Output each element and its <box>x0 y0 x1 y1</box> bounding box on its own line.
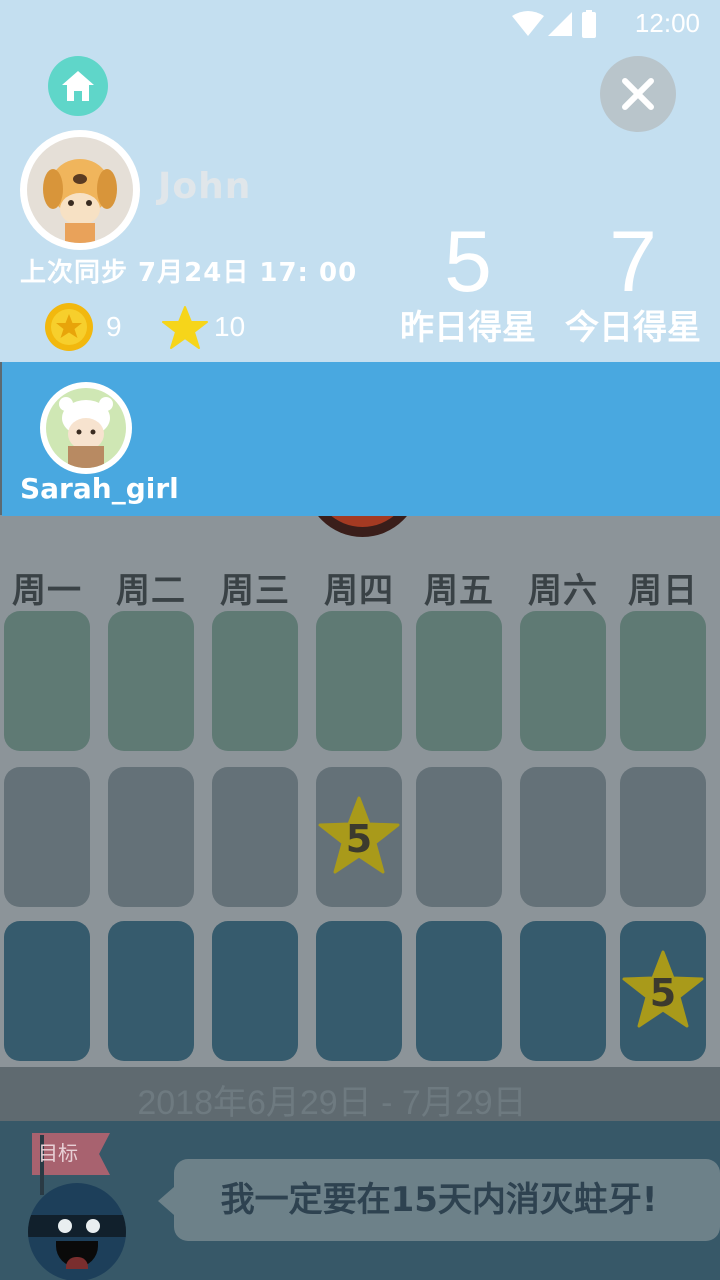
day-star-badge: 5 <box>620 948 706 1034</box>
coin-count: 9 <box>106 311 122 342</box>
monster-mascot <box>28 1183 126 1280</box>
calendar-day-cell[interactable] <box>520 921 606 1061</box>
weekday-tue: 周二 <box>116 571 186 611</box>
coin-icon <box>45 303 93 351</box>
close-button[interactable] <box>600 56 676 132</box>
calendar-day-cell[interactable]: 5 <box>620 921 706 1061</box>
status-icons <box>512 10 612 40</box>
avatar[interactable] <box>20 130 140 250</box>
goal-flag-label: 目标 <box>38 1141 78 1165</box>
day-star-badge: 5 <box>316 794 402 880</box>
today-stars: 7 今日得星 <box>560 212 706 348</box>
day-star-count: 5 <box>345 817 373 861</box>
calendar-day-cell[interactable] <box>212 767 298 907</box>
calendar-day-cell[interactable] <box>108 767 194 907</box>
star-count: 10 <box>214 311 246 342</box>
wifi-icon <box>512 11 544 36</box>
today-stars-value: 7 <box>609 214 657 310</box>
calendar-day-cell[interactable] <box>4 921 90 1061</box>
home-button[interactable] <box>48 56 108 116</box>
yesterday-stars-label: 昨日得星 <box>400 308 536 348</box>
calendar-day-cell[interactable] <box>520 767 606 907</box>
calendar-day-cell[interactable] <box>4 767 90 907</box>
weekday-fri: 周五 <box>424 571 494 611</box>
weekday-sun: 周日 <box>628 571 698 611</box>
weekday-mon: 周一 <box>12 571 82 611</box>
calendar-page-background: 周一 周二 周三 周四 周五 周六 周日 5 5 2018年6月29日 - 7月2… <box>0 515 720 1280</box>
date-range: 2018年6月29日 - 7月29日 <box>137 1084 527 1122</box>
weekday-sat: 周六 <box>528 571 598 611</box>
calendar-day-cell[interactable] <box>620 767 706 907</box>
mascot-head-partial <box>305 515 420 537</box>
weekday-header: 周一 周二 周三 周四 周五 周六 周日 <box>0 563 720 611</box>
calendar-day-cell[interactable] <box>416 611 502 751</box>
username: John <box>158 166 252 207</box>
calendar-day-cell[interactable] <box>108 921 194 1061</box>
calendar-day-cell[interactable] <box>520 611 606 751</box>
goal-speech-bubble: 我一定要在15天内消灭蛀牙! <box>158 1159 720 1241</box>
calendar-day-cell[interactable] <box>416 921 502 1061</box>
weekday-thu: 周四 <box>324 571 394 611</box>
goal-text: 我一定要在15天内消灭蛀牙! <box>220 1180 658 1220</box>
last-sync: 上次同步 7月24日 17: 00 <box>20 258 358 288</box>
calendar-day-cell[interactable] <box>212 921 298 1061</box>
star-icon <box>162 306 208 349</box>
calendar-day-cell[interactable] <box>108 611 194 751</box>
calendar-day-cell[interactable] <box>4 611 90 751</box>
calendar-day-cell[interactable] <box>416 767 502 907</box>
day-star-count: 5 <box>649 971 677 1015</box>
status-time: 12:00 <box>634 8 700 38</box>
weekday-wed: 周三 <box>220 571 290 611</box>
child-name: Sarah_girl <box>20 472 179 505</box>
yesterday-stars-value: 5 <box>444 214 492 310</box>
battery-icon <box>582 12 596 38</box>
calendar-day-cell[interactable] <box>620 611 706 751</box>
calendar-day-cell[interactable] <box>212 611 298 751</box>
profile-panel: 12:00 John 上次同步 7月24日 17: 00 9 10 5 昨日得星… <box>0 0 720 362</box>
signal-icon <box>548 12 572 36</box>
status-bar: 12:00 <box>0 0 720 48</box>
calendar-day-cell[interactable] <box>316 921 402 1061</box>
today-stars-label: 今日得星 <box>565 308 701 348</box>
child-avatar[interactable] <box>40 382 132 474</box>
yesterday-stars: 5 昨日得星 <box>396 212 540 348</box>
calendar-day-cell[interactable]: 5 <box>316 767 402 907</box>
close-icon <box>622 78 654 110</box>
home-icon <box>62 71 94 101</box>
calendar-day-cell[interactable] <box>316 611 402 751</box>
